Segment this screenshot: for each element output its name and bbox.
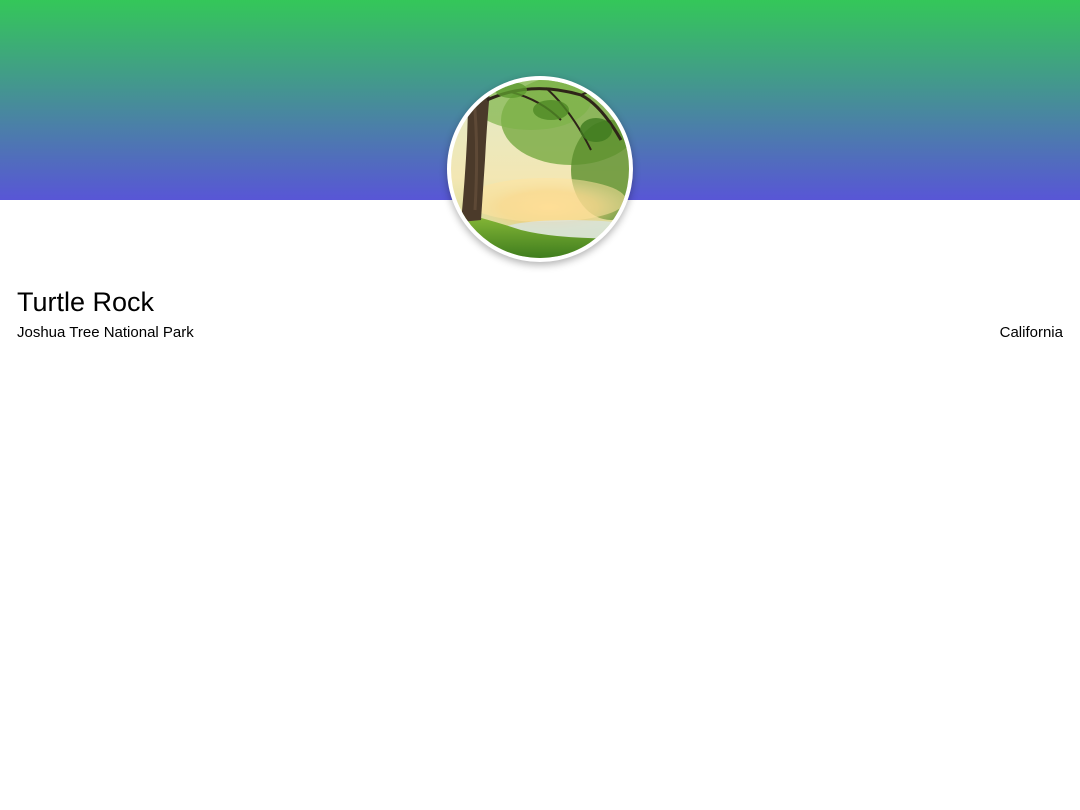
landmark-details-row: Joshua Tree National Park California	[17, 322, 1063, 342]
landmark-photo-avatar	[447, 76, 633, 262]
landmark-detail-screen: Turtle Rock Joshua Tree National Park Ca…	[0, 0, 1080, 810]
landscape-photo-icon	[451, 80, 629, 258]
landmark-name: Turtle Rock	[17, 287, 155, 317]
park-name: Joshua Tree National Park	[17, 323, 194, 341]
state-name: California	[999, 323, 1063, 341]
